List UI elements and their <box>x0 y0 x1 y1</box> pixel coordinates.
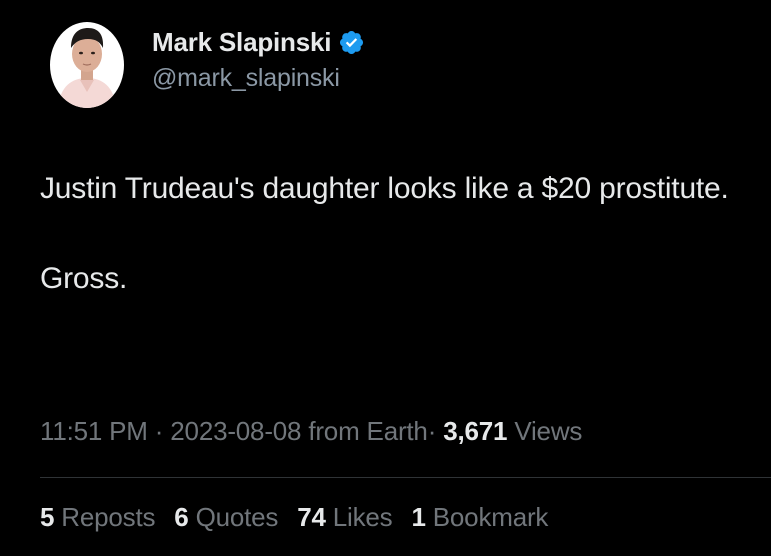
meta-separator: · <box>154 416 164 446</box>
likes-stat[interactable]: 74 Likes <box>297 502 392 533</box>
verified-badge-icon[interactable] <box>338 29 365 56</box>
reposts-label: Reposts <box>61 502 156 532</box>
name-row: Mark Slapinski <box>152 27 365 58</box>
reposts-stat[interactable]: 5 Reposts <box>40 502 155 533</box>
tweet-text: Justin Trudeau's daughter looks like a $… <box>40 166 740 301</box>
views-label: Views <box>514 416 583 446</box>
tweet-date[interactable]: 2023-08-08 <box>170 416 301 446</box>
quotes-stat[interactable]: 6 Quotes <box>174 502 278 533</box>
bookmarks-count: 1 <box>411 502 426 532</box>
tweet-source: from Earth <box>308 416 428 446</box>
bookmarks-stat[interactable]: 1 Bookmark <box>411 502 548 533</box>
tweet-paragraph: Justin Trudeau's daughter looks like a $… <box>40 172 729 205</box>
tweet-paragraph: Gross. <box>40 262 128 295</box>
user-handle[interactable]: @mark_slapinski <box>152 64 365 93</box>
tweet-header: Mark Slapinski @mark_slapinski <box>50 22 365 108</box>
likes-label: Likes <box>332 502 393 532</box>
display-name[interactable]: Mark Slapinski <box>152 27 331 58</box>
tweet-time[interactable]: 11:51 PM <box>40 416 148 446</box>
avatar[interactable] <box>50 22 124 108</box>
reposts-count: 5 <box>40 502 55 532</box>
likes-count: 74 <box>297 502 326 532</box>
meta-separator: · <box>427 416 437 446</box>
user-info: Mark Slapinski @mark_slapinski <box>152 27 365 93</box>
quotes-label: Quotes <box>195 502 279 532</box>
bookmarks-label: Bookmark <box>432 502 549 532</box>
divider <box>40 477 771 478</box>
tweet-meta: 11:51 PM · 2023-08-08 from Earth· 3,671 … <box>40 416 582 447</box>
quotes-count: 6 <box>174 502 189 532</box>
views-count: 3,671 <box>443 416 508 446</box>
engagement-stats: 5 Reposts 6 Quotes 74 Likes 1 Bookmark <box>40 502 567 533</box>
